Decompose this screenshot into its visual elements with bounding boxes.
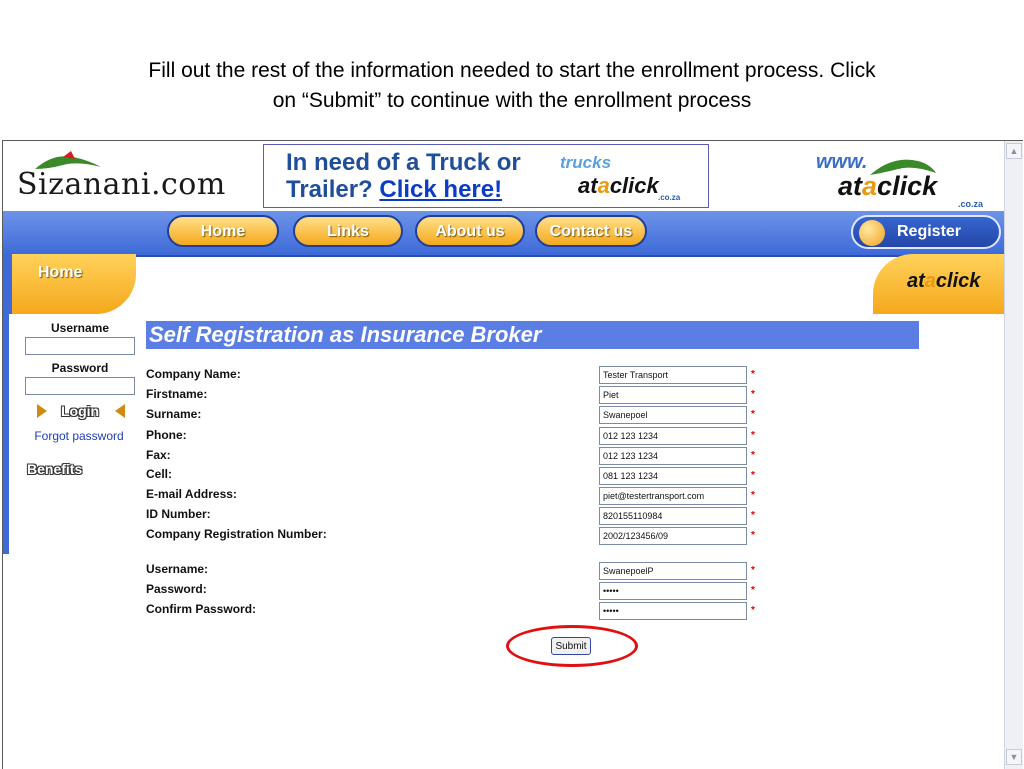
id-number-input[interactable] bbox=[599, 507, 747, 525]
login-button[interactable]: Login bbox=[25, 401, 135, 423]
required-marker: * bbox=[751, 605, 755, 616]
swoosh-icon bbox=[35, 151, 101, 169]
company-registration-input[interactable] bbox=[599, 527, 747, 545]
scroll-up-arrow-icon[interactable]: ▲ bbox=[1006, 143, 1022, 159]
ataclick-text: ataclick bbox=[907, 270, 981, 292]
coza-text: .co.za bbox=[658, 193, 681, 202]
submit-button[interactable]: Submit bbox=[551, 637, 591, 655]
surname-input[interactable] bbox=[599, 406, 747, 424]
phone-input[interactable] bbox=[599, 427, 747, 445]
caption-line-1: Fill out the rest of the information nee… bbox=[148, 59, 876, 82]
slide-caption: Fill out the rest of the information nee… bbox=[0, 56, 1024, 116]
register-ball-icon bbox=[859, 220, 885, 246]
forgot-password-link[interactable]: Forgot password bbox=[19, 429, 139, 443]
company-name-label: Company Name: bbox=[146, 367, 241, 381]
arrow-right-icon bbox=[37, 404, 47, 418]
ataclick-logo[interactable]: www. ataclick .co.za bbox=[808, 151, 998, 209]
login-button-label: Login bbox=[61, 403, 100, 419]
truck-banner-ad[interactable]: In need of a Truck or Trailer? Click her… bbox=[263, 144, 709, 208]
login-panel: Username Password Login Forgot password bbox=[25, 321, 135, 443]
benefits-button[interactable]: Benefits bbox=[27, 461, 82, 477]
required-marker: * bbox=[751, 450, 755, 461]
vertical-scrollbar[interactable]: ▲ ▼ bbox=[1004, 141, 1023, 769]
register-label: Register bbox=[897, 223, 962, 240]
confirm-password-label: Confirm Password: bbox=[146, 602, 257, 616]
coza-text: .co.za bbox=[958, 199, 984, 209]
fax-input[interactable] bbox=[599, 447, 747, 465]
nav-bar: Home Links About us Contact us Register bbox=[3, 211, 1004, 257]
required-marker: * bbox=[751, 409, 755, 420]
required-marker: * bbox=[751, 490, 755, 501]
register-button[interactable]: Register bbox=[851, 215, 1001, 249]
firstname-input[interactable] bbox=[599, 386, 747, 404]
scroll-down-arrow-icon[interactable]: ▼ bbox=[1006, 749, 1022, 765]
required-marker: * bbox=[751, 585, 755, 596]
firstname-label: Firstname: bbox=[146, 387, 208, 401]
site-header: Sizanani.com In need of a Truck or Trail… bbox=[3, 141, 1004, 211]
banner-line-2: Trailer? Click here! bbox=[286, 176, 502, 204]
right-tab-logo: ataclick bbox=[873, 254, 1004, 314]
username-field-label: Username: bbox=[146, 562, 209, 576]
arrow-left-icon bbox=[115, 404, 125, 418]
required-marker: * bbox=[751, 530, 755, 541]
required-marker: * bbox=[751, 369, 755, 380]
company-name-input[interactable] bbox=[599, 366, 747, 384]
password-field-label: Password: bbox=[146, 582, 207, 596]
banner-line-1: In need of a Truck or bbox=[286, 149, 521, 176]
sizanani-logo[interactable]: Sizanani.com bbox=[17, 151, 226, 202]
required-marker: * bbox=[751, 470, 755, 481]
nav-about-button[interactable]: About us bbox=[415, 215, 525, 247]
surname-label: Surname: bbox=[146, 407, 202, 421]
username-label: Username bbox=[50, 321, 110, 335]
nav-home-button[interactable]: Home bbox=[167, 215, 279, 247]
cell-label: Cell: bbox=[146, 467, 173, 481]
id-number-label: ID Number: bbox=[146, 507, 211, 521]
nav-links-button[interactable]: Links bbox=[293, 215, 403, 247]
cell-input[interactable] bbox=[599, 467, 747, 485]
required-marker: * bbox=[751, 510, 755, 521]
nav-contact-button[interactable]: Contact us bbox=[535, 215, 647, 247]
banner-click-here-link[interactable]: Click here! bbox=[379, 176, 502, 203]
browser-window: Sizanani.com In need of a Truck or Trail… bbox=[2, 140, 1023, 769]
page-title: Self Registration as Insurance Broker bbox=[146, 321, 919, 349]
confirm-password-input[interactable] bbox=[599, 602, 747, 620]
required-marker: * bbox=[751, 389, 755, 400]
banner-question: Trailer? bbox=[286, 176, 373, 203]
home-tab: Home bbox=[9, 254, 136, 314]
phone-label: Phone: bbox=[146, 428, 187, 442]
fax-label: Fax: bbox=[146, 448, 171, 462]
email-input[interactable] bbox=[599, 487, 747, 505]
login-password-input[interactable] bbox=[25, 377, 135, 395]
caption-line-2: on “Submit” to continue with the enrollm… bbox=[272, 89, 752, 112]
trucks-text: trucks bbox=[560, 153, 612, 172]
trucks-ataclick-logo: trucks ataclick .co.za bbox=[558, 153, 704, 203]
ataclick-text: ataclick bbox=[578, 173, 659, 198]
company-registration-label: Company Registration Number: bbox=[146, 527, 327, 541]
password-label: Password bbox=[51, 361, 109, 375]
password-input[interactable] bbox=[599, 582, 747, 600]
required-marker: * bbox=[751, 565, 755, 576]
email-label: E-mail Address: bbox=[146, 487, 237, 501]
username-input[interactable] bbox=[599, 562, 747, 580]
home-tab-label: Home bbox=[38, 264, 83, 281]
ataclick-text: ataclick bbox=[838, 171, 938, 201]
required-marker: * bbox=[751, 430, 755, 441]
login-username-input[interactable] bbox=[25, 337, 135, 355]
